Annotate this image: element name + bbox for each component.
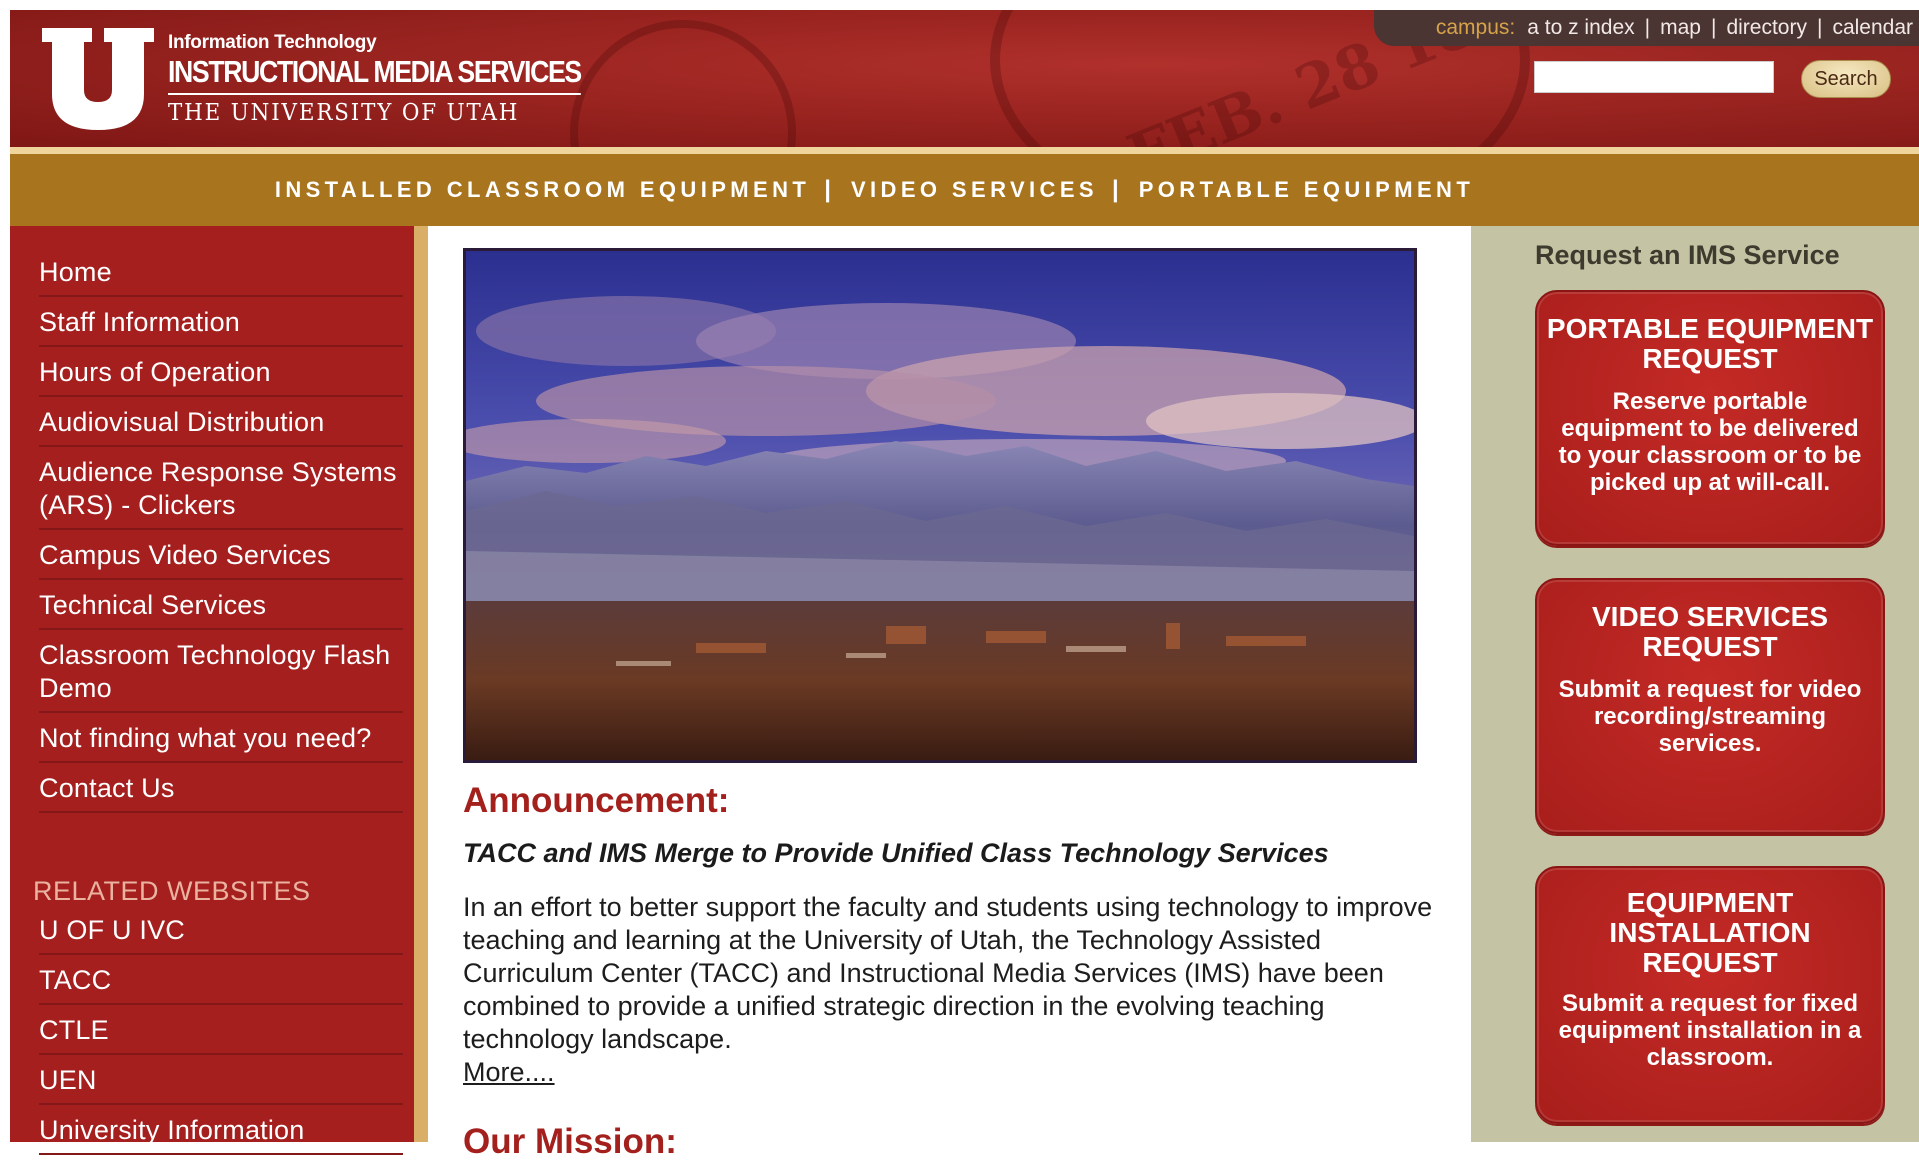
nav-installed-classroom-equipment[interactable]: INSTALLED CLASSROOM EQUIPMENT [275,177,810,203]
equipment-installation-request-button[interactable]: EQUIPMENT INSTALLATION REQUEST Submit a … [1535,866,1885,1124]
sidebar-item-ars-clickers[interactable]: Audience Response Systems (ARS) - Clicke… [39,456,403,530]
watermark-seal-inner [570,20,796,147]
separator: | [1816,16,1823,39]
campus-link-map[interactable]: map [1660,16,1701,40]
related-websites-heading: RELATED WEBSITES [33,876,311,906]
nav-portable-equipment[interactable]: PORTABLE EQUIPMENT [1139,177,1474,203]
related-websites-list: U OF U IVC TACC CTLE UEN University Info… [39,914,403,1164]
logo-university-line: THE UNIVERSITY OF UTAH [168,100,520,126]
campus-link-a-to-z[interactable]: a to z index [1527,16,1634,40]
block-u-logo[interactable] [38,24,158,134]
logo-org-line: Information Technology [168,32,377,53]
video-services-request-button[interactable]: VIDEO SERVICES REQUEST Submit a request … [1535,578,1885,834]
separator: | [1710,16,1717,39]
sidebar-item-classroom-flash-demo[interactable]: Classroom Technology Flash Demo [39,639,403,713]
request-description: Reserve portable equipment to be deliver… [1558,388,1862,496]
sidebar-item-technical-services[interactable]: Technical Services [39,589,403,630]
separator: | [1644,16,1651,39]
request-description: Submit a request for fixed equipment ins… [1558,990,1862,1071]
related-link-uen[interactable]: UEN [39,1064,403,1105]
nav-video-services[interactable]: VIDEO SERVICES [851,177,1098,203]
portable-equipment-request-button[interactable]: PORTABLE EQUIPMENT REQUEST Reserve porta… [1535,290,1885,546]
more-link[interactable]: More.... [463,1057,555,1087]
announcement-body: In an effort to better support the facul… [463,891,1453,1089]
sidebar-item-not-finding[interactable]: Not finding what you need? [39,722,403,763]
announcement-subheading: TACC and IMS Merge to Provide Unified Cl… [463,838,1329,868]
main-nav: INSTALLED CLASSROOM EQUIPMENT | VIDEO SE… [10,154,1919,226]
nav-separator: | [824,176,831,203]
sidebar-item-staff-information[interactable]: Staff Information [39,306,403,347]
request-title: EQUIPMENT INSTALLATION REQUEST [1609,887,1811,978]
mountain-landscape-photo [463,248,1417,763]
nav-divider-line [10,147,1919,154]
campus-label: campus: [1435,16,1516,39]
logo-department-line[interactable]: INSTRUCTIONAL MEDIA SERVICES [168,54,582,95]
campus-link-calendar[interactable]: calendar [1832,16,1913,40]
announcement-heading: Announcement: [463,781,730,820]
nav-separator: | [1112,176,1119,203]
related-link-university-information[interactable]: University Information [39,1114,403,1155]
sidebar-item-hours[interactable]: Hours of Operation [39,356,403,397]
request-service-heading: Request an IMS Service [1535,240,1840,270]
campus-link-directory[interactable]: directory [1726,16,1807,40]
left-sidebar: Home Staff Information Hours of Operatio… [10,226,428,1155]
campus-links-bar: campus: a to z index | map | directory |… [1374,10,1919,46]
related-link-ivc[interactable]: U OF U IVC [39,914,403,955]
request-description: Submit a request for video recording/str… [1558,676,1862,757]
sidebar-item-home[interactable]: Home [39,256,403,297]
sidebar-item-campus-video[interactable]: Campus Video Services [39,539,403,580]
search-button[interactable]: Search [1801,60,1891,98]
mission-heading: Our Mission: [463,1122,677,1161]
sidebar-nav-list: Home Staff Information Hours of Operatio… [39,256,403,822]
announcement-text: In an effort to better support the facul… [463,892,1433,1054]
sidebar-item-audiovisual-distribution[interactable]: Audiovisual Distribution [39,406,403,447]
related-link-ctle[interactable]: CTLE [39,1014,403,1055]
request-title: VIDEO SERVICES REQUEST [1591,601,1828,662]
search-input[interactable] [1534,61,1774,93]
request-title: PORTABLE EQUIPMENT REQUEST [1546,313,1874,374]
related-link-tacc[interactable]: TACC [39,964,403,1005]
sidebar-item-contact-us[interactable]: Contact Us [39,772,403,813]
